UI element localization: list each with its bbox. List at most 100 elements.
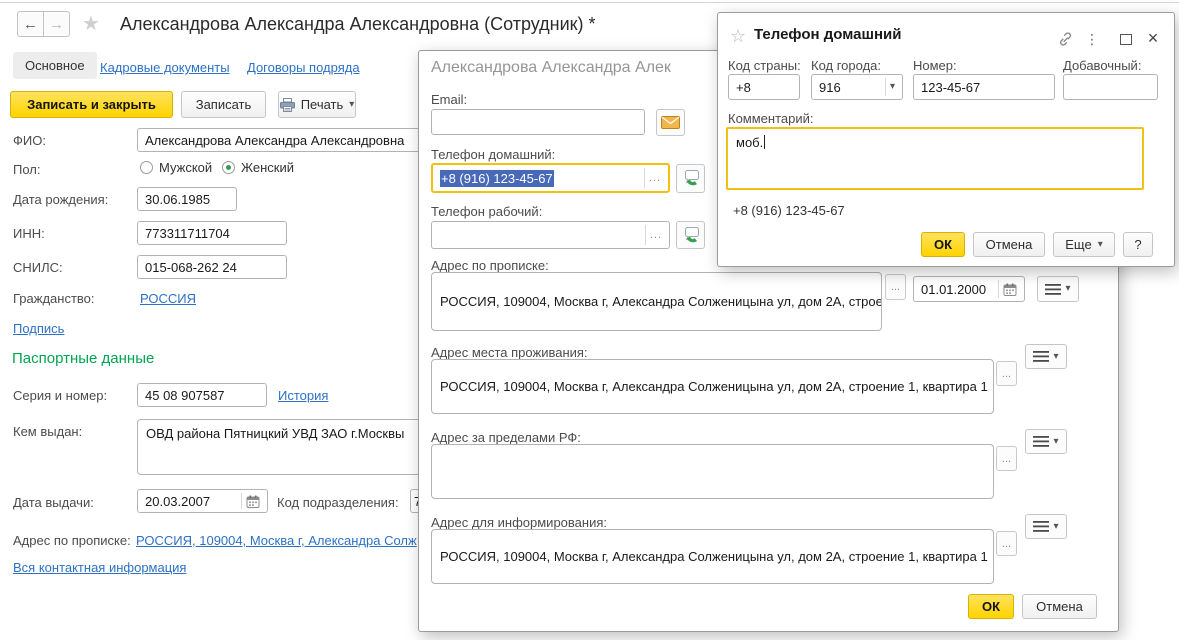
chevron-down-icon: ▾ — [1098, 240, 1103, 250]
residence-address-textarea[interactable]: РОССИЯ, 109004, Москва г, Александра Сол… — [431, 359, 994, 414]
extension-input[interactable] — [1063, 74, 1158, 100]
envelope-icon — [661, 116, 680, 129]
phone-ok-button[interactable]: ОК — [921, 232, 965, 257]
chain-link-icon — [1058, 32, 1073, 46]
snils-value: 015-068-262 24 — [145, 260, 237, 275]
signature-link[interactable]: Подпись — [13, 321, 64, 336]
gender-female-label: Женский — [241, 160, 294, 175]
snils-label: СНИЛС: — [13, 260, 63, 275]
abroad-address-menu-button[interactable]: ▾ — [1025, 429, 1067, 454]
gender-male-radio[interactable]: Мужской — [140, 160, 212, 175]
citizenship-label: Гражданство: — [13, 291, 95, 306]
citizenship-link[interactable]: РОССИЯ — [140, 291, 196, 306]
gender-male-label: Мужской — [159, 160, 212, 175]
number-value: 123-45-67 — [921, 80, 980, 95]
ellipsis-icon: ... — [891, 281, 900, 293]
dlg-reg-address-value: РОССИЯ, 109004, Москва г, Александра Сол… — [440, 294, 882, 309]
work-phone-choose-icon[interactable]: ... — [650, 229, 662, 241]
phone-more-button[interactable]: Еще ▾ — [1053, 232, 1115, 257]
reg-address-menu-button[interactable]: ▾ — [1037, 276, 1079, 302]
hamburger-menu-icon — [1033, 351, 1049, 362]
app-window: ← → ★ Александрова Александра Александро… — [0, 0, 1179, 640]
reg-address-choose-button[interactable]: ... — [885, 274, 906, 300]
history-link[interactable]: История — [278, 388, 328, 403]
hamburger-menu-icon — [1033, 521, 1049, 532]
residence-address-choose-button[interactable]: ... — [996, 361, 1017, 386]
passport-series-value: 45 08 907587 — [145, 388, 225, 403]
printer-icon — [280, 98, 295, 112]
contact-ok-button[interactable]: ОК — [968, 594, 1014, 619]
contact-dialog-title: Александрова Александра Алек — [431, 59, 671, 77]
info-address-textarea[interactable]: РОССИЯ, 109004, Москва г, Александра Сол… — [431, 529, 994, 584]
phone-preview-text: +8 (916) 123-45-67 — [733, 203, 845, 218]
back-button[interactable]: ← — [17, 11, 44, 37]
tab-contract-agreements[interactable]: Договоры подряда — [247, 60, 360, 75]
dlg-reg-address-label: Адрес по прописке: — [431, 258, 549, 273]
city-code-input[interactable]: 916 ▾ — [811, 74, 903, 100]
phone-cancel-button[interactable]: Отмена — [973, 232, 1045, 257]
tab-main[interactable]: Основное — [13, 52, 97, 79]
gender-female-radio[interactable]: Женский — [222, 160, 294, 175]
email-input[interactable] — [431, 109, 645, 135]
get-link-button[interactable] — [1054, 29, 1076, 49]
country-code-label: Код страны: — [728, 58, 801, 73]
passport-section-heading: Паспортные данные — [12, 350, 154, 367]
home-phone-input[interactable]: +8 (916) 123-45-67 ... — [431, 163, 670, 193]
abroad-address-label: Адрес за пределами РФ: — [431, 430, 581, 445]
chevron-down-icon: ▾ — [1053, 522, 1058, 532]
all-contact-info-link[interactable]: Вся контактная информация — [13, 560, 186, 575]
back-arrow-icon: ← — [23, 16, 38, 33]
dlg-reg-address-textarea[interactable]: РОССИЯ, 109004, Москва г, Александра Сол… — [431, 272, 882, 331]
print-label: Печать — [301, 97, 344, 112]
chevron-down-icon: ▾ — [1053, 352, 1058, 362]
print-button[interactable]: Печать ▾ — [278, 91, 356, 118]
abroad-address-textarea[interactable] — [431, 444, 994, 499]
work-phone-input[interactable]: ... — [431, 221, 670, 249]
phone-dialog-title: Телефон домашний — [754, 26, 901, 43]
passport-series-input[interactable]: 45 08 907587 — [137, 383, 267, 407]
forward-button[interactable]: → — [43, 11, 70, 37]
country-code-input[interactable]: +8 — [728, 74, 800, 100]
comment-textarea[interactable]: моб. — [726, 127, 1144, 190]
residence-address-label: Адрес места проживания: — [431, 345, 588, 360]
phone-help-button[interactable]: ? — [1123, 232, 1153, 257]
chevron-down-icon: ▾ — [1065, 284, 1070, 294]
maximize-button[interactable] — [1116, 30, 1136, 48]
inn-input[interactable]: 773311711704 — [137, 221, 287, 245]
birth-date-input[interactable]: 30.06.1985 — [137, 187, 237, 211]
home-phone-dial-button[interactable] — [676, 164, 705, 193]
save-and-close-button[interactable]: Записать и закрыть — [10, 91, 173, 118]
home-phone-choose-icon[interactable]: ... — [649, 172, 661, 184]
info-address-choose-button[interactable]: ... — [996, 531, 1017, 556]
number-input[interactable]: 123-45-67 — [913, 74, 1055, 100]
inn-label: ИНН: — [13, 226, 45, 241]
save-button[interactable]: Записать — [181, 91, 266, 118]
city-code-label: Код города: — [811, 58, 881, 73]
send-email-button[interactable] — [656, 109, 685, 136]
residence-address-menu-button[interactable]: ▾ — [1025, 344, 1067, 369]
favorite-star-outline-icon[interactable]: ☆ — [730, 27, 746, 45]
extension-label: Добавочный: — [1063, 58, 1141, 73]
country-code-value: +8 — [736, 80, 751, 95]
info-address-menu-button[interactable]: ▾ — [1025, 514, 1067, 539]
close-button[interactable]: × — [1142, 26, 1164, 50]
dropdown-caret-icon[interactable]: ▾ — [890, 82, 895, 92]
contact-cancel-button[interactable]: Отмена — [1022, 594, 1097, 619]
issued-by-textarea[interactable]: ОВД района Пятницкий УВД ЗАО г.Москвы — [137, 419, 427, 475]
fio-input[interactable]: Александрова Александра Александровна — [137, 128, 427, 152]
issue-date-input[interactable]: 20.03.2007 — [137, 489, 268, 513]
work-phone-dial-button[interactable] — [676, 221, 705, 249]
abroad-address-choose-button[interactable]: ... — [996, 446, 1017, 471]
favorite-star-icon[interactable]: ★ — [82, 14, 100, 34]
reg-address-link[interactable]: РОССИЯ, 109004, Москва г, Александра Сол… — [136, 533, 417, 548]
calendar-icon[interactable] — [246, 495, 260, 508]
residence-address-value: РОССИЯ, 109004, Москва г, Александра Сол… — [440, 379, 988, 394]
issued-by-label: Кем выдан: — [13, 424, 82, 439]
more-menu-button[interactable]: ⋮ — [1084, 29, 1100, 49]
calendar-icon[interactable] — [1003, 283, 1017, 296]
reg-date-input[interactable]: 01.01.2000 — [913, 276, 1025, 302]
snils-input[interactable]: 015-068-262 24 — [137, 255, 287, 279]
comment-label: Комментарий: — [728, 111, 814, 126]
tab-hr-documents[interactable]: Кадровые документы — [100, 60, 230, 75]
ellipsis-icon: ... — [1002, 453, 1011, 465]
